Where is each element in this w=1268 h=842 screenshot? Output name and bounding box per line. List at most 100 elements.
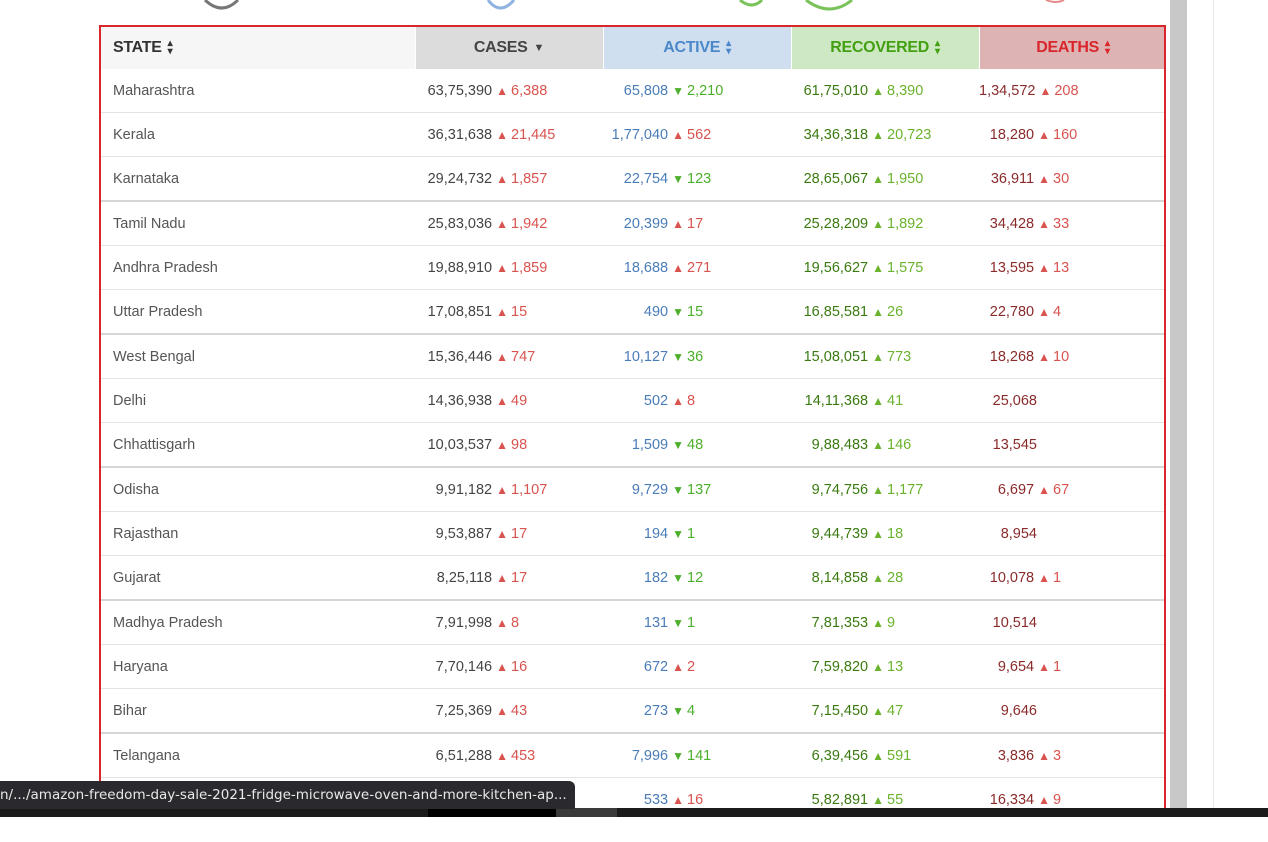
cases-value: 36,31,638 bbox=[427, 126, 493, 143]
deaths-cell: 18,280 ▲ 160 bbox=[979, 112, 1164, 157]
active-cell: 273 ▼ 4 bbox=[603, 688, 791, 734]
table-row[interactable]: Haryana 7,70,146 ▲ 16 672 ▲ 2 7,59,820 ▲ 13 9,654 ▲… bbox=[101, 644, 1164, 689]
cases-value: 7,70,146 bbox=[435, 658, 493, 675]
recovered-cell: 7,15,450 ▲ 47 bbox=[791, 688, 979, 734]
delta-up-icon: ▲ bbox=[496, 659, 508, 674]
header-active[interactable]: ACTIVE ▴ ▾ bbox=[603, 27, 792, 69]
table-row[interactable]: Karnataka 29,24,732 ▲ 1,857 22,754 ▼ 123 28,65,… bbox=[101, 156, 1164, 202]
active-delta: 2 bbox=[687, 658, 696, 675]
deaths-delta: 33 bbox=[1053, 215, 1070, 232]
header-deaths-label: DEATHS bbox=[1036, 39, 1100, 56]
deaths-cell: 36,911 ▲ 30 bbox=[979, 156, 1164, 202]
state-name: West Bengal bbox=[113, 348, 195, 365]
sparkline-decoration bbox=[203, 0, 1065, 11]
table-row[interactable]: Delhi 14,36,938 ▲ 49 502 ▲ 8 14,11,368 ▲ 41 25,068 bbox=[101, 378, 1164, 423]
deaths-cell: 8,954 bbox=[979, 511, 1164, 556]
deaths-value: 9,654 bbox=[997, 658, 1035, 675]
state-name: Madhya Pradesh bbox=[113, 614, 223, 631]
cases-delta: 49 bbox=[511, 392, 528, 409]
header-cases[interactable]: CASES ▼ bbox=[415, 27, 604, 69]
table-row[interactable]: Chhattisgarh 10,03,537 ▲ 98 1,509 ▼ 48 9,88,483… bbox=[101, 422, 1164, 468]
recovered-cell: 7,81,353 ▲ 9 bbox=[791, 600, 979, 645]
state-name-cell: Rajasthan bbox=[101, 511, 415, 556]
delta-up-icon: ▲ bbox=[872, 792, 884, 807]
table-row[interactable]: West Bengal 15,36,446 ▲ 747 10,127 ▼ 36 15,08,0… bbox=[101, 334, 1164, 379]
cases-delta: 98 bbox=[511, 436, 528, 453]
active-cell: 502 ▲ 8 bbox=[603, 378, 791, 423]
deaths-cell: 10,514 bbox=[979, 600, 1164, 645]
deaths-cell: 3,836 ▲ 3 bbox=[979, 733, 1164, 778]
cases-cell: 7,70,146 ▲ 16 bbox=[415, 644, 603, 689]
active-delta: 12 bbox=[687, 569, 704, 586]
delta-up-icon: ▲ bbox=[1038, 792, 1050, 807]
delta-up-icon: ▲ bbox=[1038, 349, 1050, 364]
cases-value: 9,53,887 bbox=[435, 525, 493, 542]
table-row[interactable]: Rajasthan 9,53,887 ▲ 17 194 ▼ 1 9,44,739 ▲ 18 8,95… bbox=[101, 511, 1164, 556]
table-row[interactable]: Kerala 36,31,638 ▲ 21,445 1,77,040 ▲ 562 34,36,… bbox=[101, 112, 1164, 157]
state-name-cell: Andhra Pradesh bbox=[101, 245, 415, 290]
active-cell: 1,509 ▼ 48 bbox=[603, 422, 791, 468]
table-row[interactable]: Uttar Pradesh 17,08,851 ▲ 15 490 ▼ 15 16,85,581… bbox=[101, 289, 1164, 335]
active-value: 18,688 bbox=[623, 259, 669, 276]
table-row[interactable]: Madhya Pradesh 7,91,998 ▲ 8 131 ▼ 1 7,81,353 ▲ 9 1… bbox=[101, 600, 1164, 645]
state-name: Kerala bbox=[113, 126, 155, 143]
recovered-cell: 8,14,858 ▲ 28 bbox=[791, 555, 979, 601]
delta-down-icon: ▼ bbox=[672, 526, 684, 541]
delta-up-icon: ▲ bbox=[872, 393, 884, 408]
state-name-cell: Uttar Pradesh bbox=[101, 289, 415, 335]
table-row[interactable]: Odisha 9,91,182 ▲ 1,107 9,729 ▼ 137 9,74,756 ▲ 1,… bbox=[101, 467, 1164, 512]
delta-up-icon: ▲ bbox=[872, 260, 884, 275]
recovered-cell: 61,75,010 ▲ 8,390 bbox=[791, 69, 979, 113]
active-value: 10,127 bbox=[623, 348, 669, 365]
state-name: Rajasthan bbox=[113, 525, 179, 542]
header-state-label: STATE bbox=[113, 39, 162, 56]
table-row[interactable]: Gujarat 8,25,118 ▲ 17 182 ▼ 12 8,14,858 ▲ 28 10,07… bbox=[101, 555, 1164, 601]
delta-up-icon: ▲ bbox=[496, 437, 508, 452]
cases-value: 63,75,390 bbox=[427, 82, 493, 99]
page-gutter bbox=[1187, 0, 1214, 808]
delta-down-icon: ▼ bbox=[672, 703, 684, 718]
recovered-delta: 9 bbox=[887, 614, 896, 631]
cases-value: 9,91,182 bbox=[435, 481, 493, 498]
delta-up-icon: ▲ bbox=[872, 304, 884, 319]
header-active-label: ACTIVE bbox=[663, 39, 721, 56]
header-state[interactable]: STATE ▴ ▾ bbox=[101, 27, 416, 69]
table-row[interactable]: Tamil Nadu 25,83,036 ▲ 1,942 20,399 ▲ 17 25,28,… bbox=[101, 201, 1164, 246]
active-delta: 123 bbox=[687, 170, 712, 187]
active-delta: 16 bbox=[687, 791, 704, 808]
active-cell: 65,808 ▼ 2,210 bbox=[603, 69, 791, 113]
recovered-cell: 16,85,581 ▲ 26 bbox=[791, 289, 979, 335]
delta-up-icon: ▲ bbox=[496, 615, 508, 630]
delta-up-icon: ▲ bbox=[672, 393, 684, 408]
deaths-value: 34,428 bbox=[989, 215, 1035, 232]
active-value: 490 bbox=[643, 303, 669, 320]
table-row[interactable]: Andhra Pradesh 19,88,910 ▲ 1,859 18,688 ▲ 271 1… bbox=[101, 245, 1164, 290]
header-recovered[interactable]: RECOVERED ▴ ▾ bbox=[791, 27, 980, 69]
active-delta: 2,210 bbox=[687, 82, 724, 99]
delta-down-icon: ▼ bbox=[672, 83, 684, 98]
delta-up-icon: ▲ bbox=[872, 659, 884, 674]
delta-up-icon: ▲ bbox=[1038, 260, 1050, 275]
active-cell: 18,688 ▲ 271 bbox=[603, 245, 791, 290]
recovered-delta: 20,723 bbox=[887, 126, 932, 143]
table-row[interactable]: Maharashtra 63,75,390 ▲ 6,388 65,808 ▼ 2,210 61… bbox=[101, 69, 1164, 113]
recovered-delta: 8,390 bbox=[887, 82, 924, 99]
recovered-cell: 15,08,051 ▲ 773 bbox=[791, 334, 979, 379]
scrollbar-track[interactable] bbox=[1170, 0, 1187, 808]
delta-up-icon: ▲ bbox=[1038, 171, 1050, 186]
table-row[interactable]: Telangana 6,51,288 ▲ 453 7,996 ▼ 141 6,39,456 ▲ 5… bbox=[101, 733, 1164, 778]
table-row[interactable]: Bihar 7,25,369 ▲ 43 273 ▼ 4 7,15,450 ▲ 47 9,646 bbox=[101, 688, 1164, 734]
state-name: Maharashtra bbox=[113, 82, 195, 99]
cases-delta: 21,445 bbox=[511, 126, 556, 143]
cases-delta: 1,859 bbox=[511, 259, 548, 276]
delta-up-icon: ▲ bbox=[872, 83, 884, 98]
link-status-tooltip: n/.../amazon-freedom-day-sale-2021-fridg… bbox=[0, 781, 575, 809]
header-deaths[interactable]: DEATHS ▴ ▾ bbox=[979, 27, 1164, 69]
recovered-delta: 26 bbox=[887, 303, 904, 320]
delta-up-icon: ▲ bbox=[1038, 659, 1050, 674]
cases-cell: 63,75,390 ▲ 6,388 bbox=[415, 69, 603, 113]
delta-up-icon: ▲ bbox=[1038, 482, 1050, 497]
delta-up-icon: ▲ bbox=[872, 349, 884, 364]
deaths-value: 10,514 bbox=[992, 614, 1037, 631]
deaths-cell: 9,654 ▲ 1 bbox=[979, 644, 1164, 689]
